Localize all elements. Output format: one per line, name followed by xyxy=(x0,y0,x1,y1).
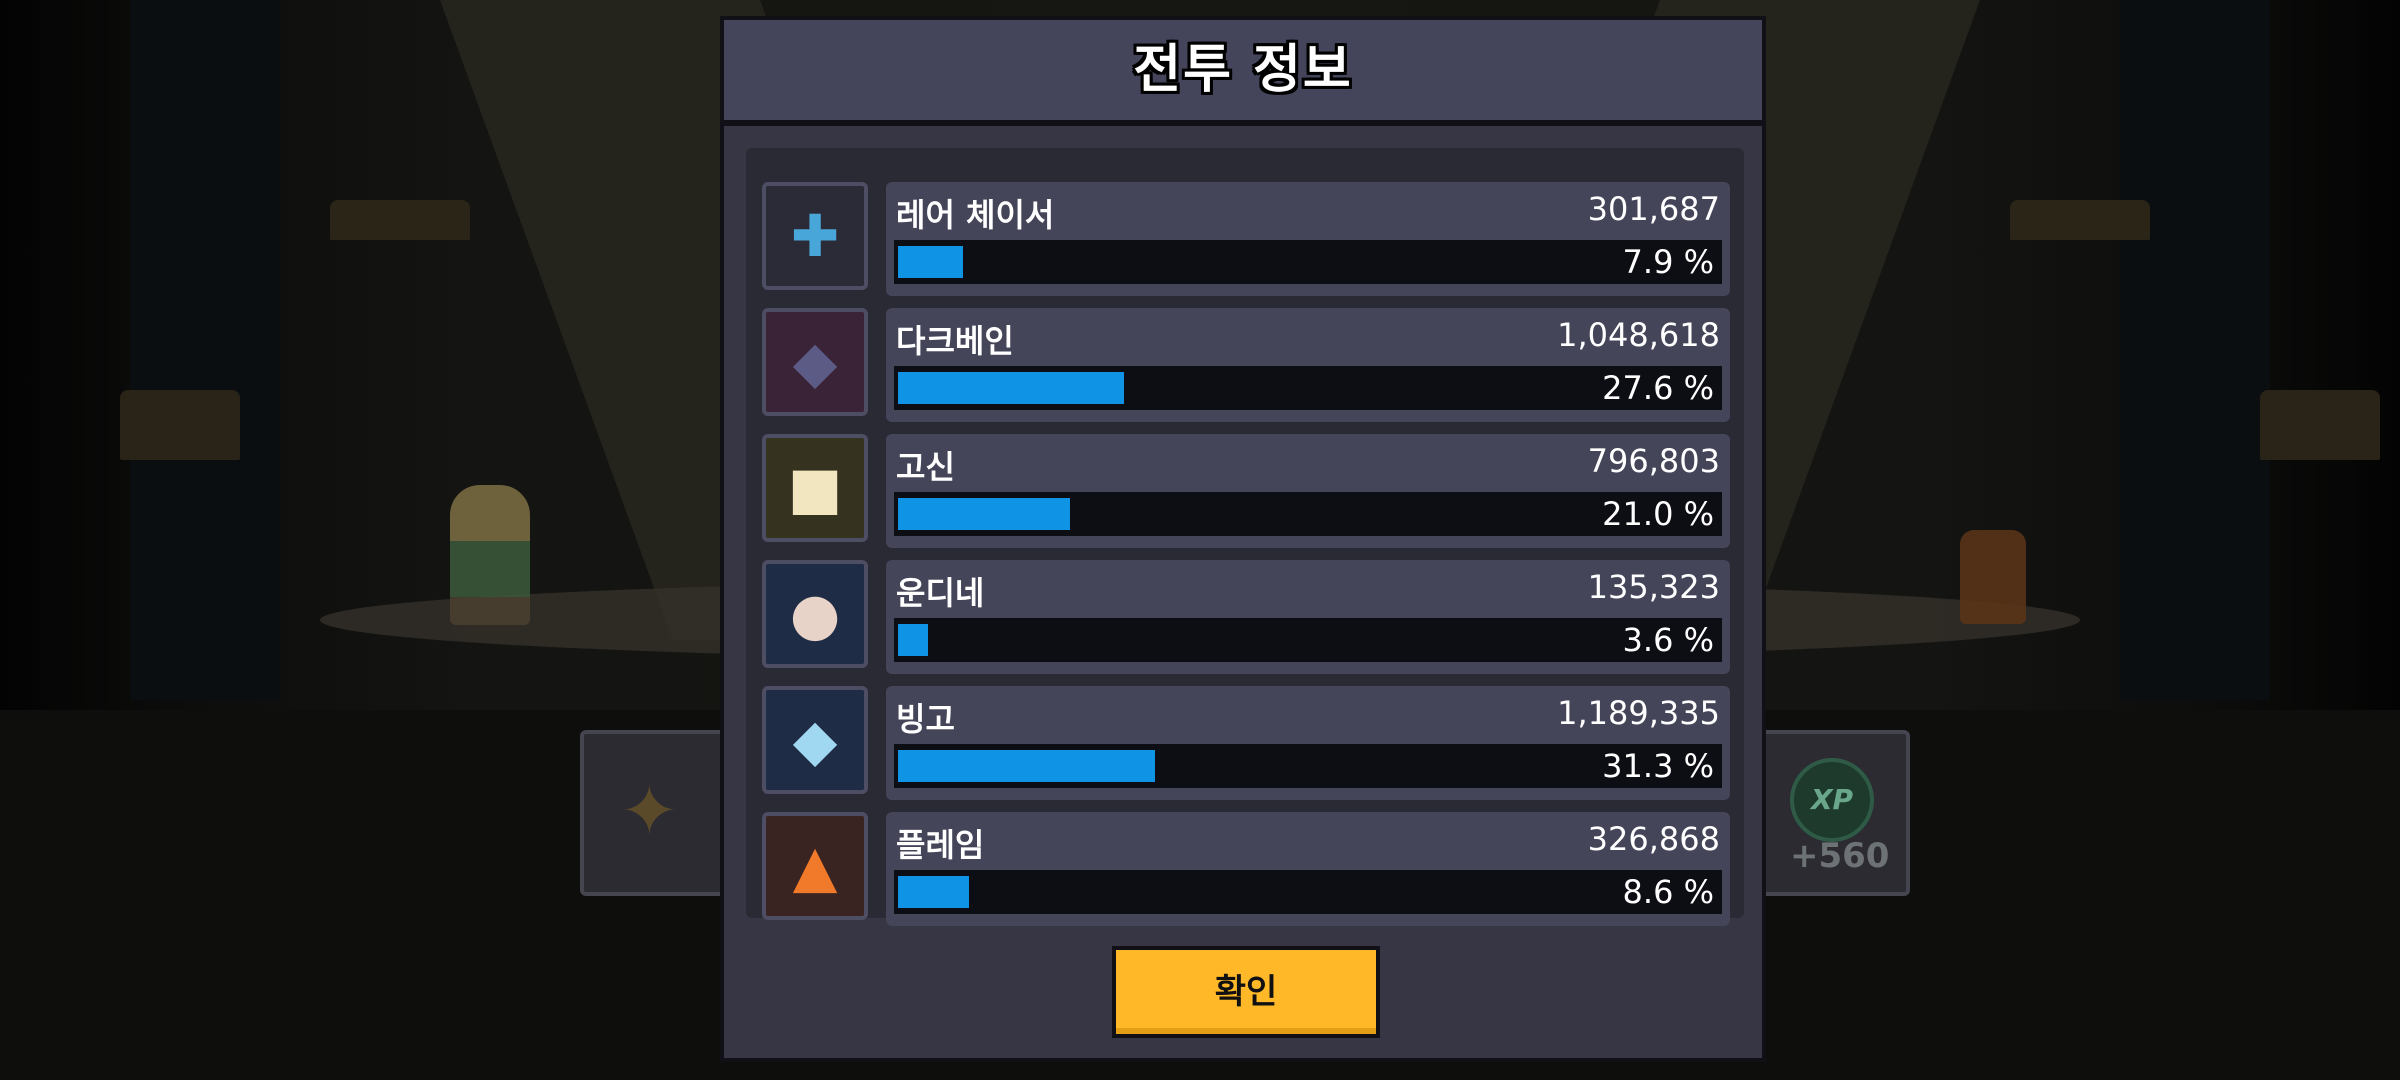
damage-info: 다크베인 1,048,618 27.6 % xyxy=(886,308,1730,422)
damage-bar-fill xyxy=(898,498,1070,530)
pillar-right xyxy=(2120,0,2270,700)
battle-info-dialog: 전투 정보 ✚ 레어 체이서 301,687 7.9 % ◆ 다크베인 1,04… xyxy=(720,16,1766,1062)
damage-info: 빙고 1,189,335 31.3 % xyxy=(886,686,1730,800)
damage-percent: 31.3 % xyxy=(1602,747,1714,785)
damage-row: ■ 고신 796,803 21.0 % xyxy=(762,434,1730,548)
blaster-gun-icon: ✚ xyxy=(762,182,868,290)
damage-percent: 3.6 % xyxy=(1622,621,1714,659)
pillar-left xyxy=(130,0,280,700)
damage-info: 운디네 135,323 3.6 % xyxy=(886,560,1730,674)
dark-wolf-pet-icon: ◆ xyxy=(762,308,868,416)
fire-fox-pet-icon: ▲ xyxy=(762,812,868,920)
damage-bar-fill xyxy=(898,624,928,656)
damage-percent: 27.6 % xyxy=(1602,369,1714,407)
unit-name: 레어 체이서 xyxy=(896,196,1055,234)
damage-value: 135,323 xyxy=(1587,568,1720,606)
damage-bar: 21.0 % xyxy=(894,492,1722,536)
wall-lamp xyxy=(120,390,240,460)
damage-value: 1,048,618 xyxy=(1557,316,1720,354)
damage-bar-fill xyxy=(898,876,969,908)
damage-bar: 27.6 % xyxy=(894,366,1722,410)
damage-row: ● 운디네 135,323 3.6 % xyxy=(762,560,1730,674)
damage-info: 레어 체이서 301,687 7.9 % xyxy=(886,182,1730,296)
unit-name: 운디네 xyxy=(896,574,985,612)
dialog-title: 전투 정보 xyxy=(1133,40,1353,100)
damage-value: 1,189,335 xyxy=(1557,694,1720,732)
damage-info: 플레임 326,868 8.6 % xyxy=(886,812,1730,926)
damage-value: 326,868 xyxy=(1587,820,1720,858)
damage-info: 고신 796,803 21.0 % xyxy=(886,434,1730,548)
damage-row: ✚ 레어 체이서 301,687 7.9 % xyxy=(762,182,1730,296)
damage-row: ◆ 빙고 1,189,335 31.3 % xyxy=(762,686,1730,800)
damage-value: 796,803 xyxy=(1587,442,1720,480)
wall-lamp xyxy=(2010,200,2150,240)
damage-bar-fill xyxy=(898,372,1124,404)
wall-lamp xyxy=(330,200,470,240)
dialog-header: 전투 정보 xyxy=(724,20,1762,126)
damage-list: ✚ 레어 체이서 301,687 7.9 % ◆ 다크베인 1,048,618 … xyxy=(746,148,1744,926)
unit-name: 플레임 xyxy=(896,826,985,864)
unit-name: 고신 xyxy=(896,448,955,486)
damage-bar: 7.9 % xyxy=(894,240,1722,284)
ice-spirit-pet-icon: ◆ xyxy=(762,686,868,794)
player-character xyxy=(450,485,530,625)
damage-row: ▲ 플레임 326,868 8.6 % xyxy=(762,812,1730,926)
damage-row: ◆ 다크베인 1,048,618 27.6 % xyxy=(762,308,1730,422)
damage-value: 301,687 xyxy=(1587,190,1720,228)
enemy-character xyxy=(1960,530,2026,624)
damage-bar: 31.3 % xyxy=(894,744,1722,788)
damage-bar-fill xyxy=(898,246,963,278)
damage-percent: 8.6 % xyxy=(1622,873,1714,911)
wall-lamp xyxy=(2260,390,2380,460)
damage-bar: 8.6 % xyxy=(894,870,1722,914)
xp-icon: XP xyxy=(1790,758,1874,842)
damage-percent: 7.9 % xyxy=(1622,243,1714,281)
unit-name: 빙고 xyxy=(896,700,955,738)
confirm-button[interactable]: 확인 xyxy=(1112,946,1380,1038)
damage-bar-fill xyxy=(898,750,1155,782)
white-cat-pet-icon: ■ xyxy=(762,434,868,542)
weapon-reward-icon: ✦ xyxy=(620,770,679,852)
damage-bar: 3.6 % xyxy=(894,618,1722,662)
xp-reward-value: +560 xyxy=(1790,836,1890,876)
water-spirit-pet-icon: ● xyxy=(762,560,868,668)
damage-percent: 21.0 % xyxy=(1602,495,1714,533)
unit-name: 다크베인 xyxy=(896,322,1014,360)
